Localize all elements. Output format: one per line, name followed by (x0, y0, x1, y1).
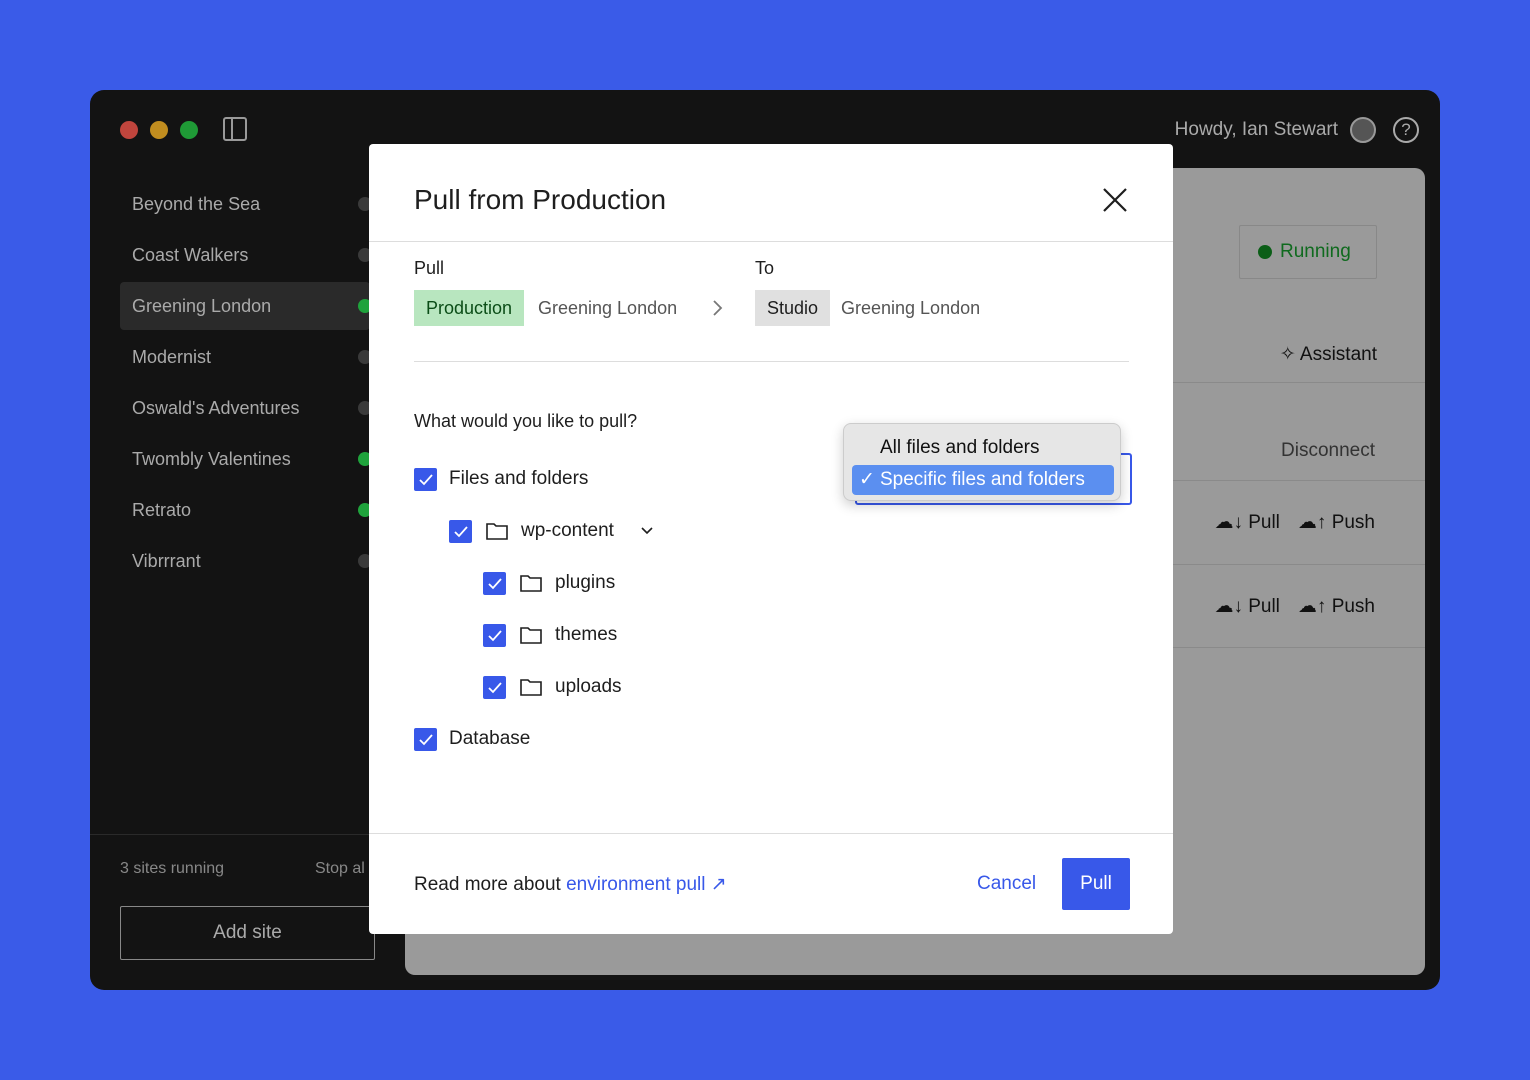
folder-icon (520, 679, 542, 696)
cloud-download-icon: ☁↓ (1214, 512, 1243, 533)
to-site: Greening London (841, 298, 981, 318)
site-name: Beyond the Sea (132, 194, 261, 214)
sync-row: ☁↓ Pull ☁↑ Push (1214, 595, 1375, 618)
option-database: Database (449, 728, 531, 749)
chevron-down-icon[interactable] (641, 527, 653, 535)
add-site-button[interactable]: Add site (120, 906, 375, 960)
pull-button[interactable]: Pull (1062, 858, 1130, 910)
assistant-tab[interactable]: ✧ Assistant (1280, 343, 1377, 366)
folder-icon (520, 575, 542, 592)
sidebar-item-site[interactable]: Oswald's Adventures (120, 384, 372, 432)
site-name: Twombly Valentines (132, 449, 291, 469)
sidebar-item-site[interactable]: Coast Walkers (120, 231, 372, 279)
question: What would you like to pull? (414, 411, 638, 431)
from-label: Pull (414, 258, 445, 278)
site-name: Oswald's Adventures (132, 398, 300, 418)
sidebar-toggle-icon[interactable] (223, 117, 247, 141)
sidebar-item-site[interactable]: Retrato (120, 486, 372, 534)
environment-pull-link[interactable]: environment pull ↗ (566, 874, 727, 895)
running-count: 3 sites running (120, 860, 225, 877)
check-icon (488, 630, 502, 642)
production-chip: Production (414, 290, 525, 326)
site-name: Greening London (132, 296, 272, 316)
stop-all-button[interactable]: Stop al (315, 860, 365, 878)
greeting: Howdy, Ian Stewart (1174, 119, 1338, 140)
sidebar-item-site[interactable]: Twombly Valentines (120, 435, 372, 483)
check-icon (454, 526, 468, 538)
option-files: Files and folders (449, 468, 589, 489)
divider (90, 834, 390, 835)
divider (369, 833, 1173, 834)
sparkle-icon: ✧ (1279, 344, 1296, 365)
site-name: Modernist (132, 347, 212, 367)
pull-button[interactable]: ☁↓ Pull (1214, 595, 1279, 618)
status-badge[interactable]: Running (1239, 225, 1377, 279)
checkbox-plugins[interactable] (483, 572, 506, 595)
close-icon[interactable] (1101, 186, 1129, 214)
divider (414, 361, 1129, 362)
checkbox-wp_content[interactable] (449, 520, 472, 543)
from-site: Greening London (538, 298, 678, 318)
check-icon (419, 734, 433, 746)
studio-chip: Studio (755, 290, 831, 326)
pull-button[interactable]: ☁↓ Pull (1214, 511, 1279, 534)
checkbox-files[interactable] (414, 468, 437, 491)
checkbox-database[interactable] (414, 728, 437, 751)
sidebar-item-site[interactable]: Greening London (120, 282, 372, 330)
sidebar-item-site[interactable]: Beyond the Sea (120, 180, 372, 228)
site-name: Retrato (132, 500, 192, 520)
help-icon[interactable]: ? (1393, 117, 1419, 143)
files-scope-menu: All files and folders Specific files and… (843, 423, 1121, 501)
read-more: Read more about environment pull ↗ (414, 874, 727, 895)
check-icon (488, 682, 502, 694)
sync-row: ☁↓ Pull ☁↑ Push (1214, 511, 1375, 534)
cloud-upload-icon: ☁↑ (1297, 596, 1327, 617)
close-window-button[interactable] (120, 121, 138, 139)
divider (369, 241, 1173, 242)
sidebar-item-site[interactable]: Vibrrrant (120, 537, 372, 585)
folder-icon (486, 523, 508, 540)
option-plugins: plugins (555, 572, 616, 593)
check-icon (488, 578, 502, 590)
push-button[interactable]: ☁↑ Push (1298, 595, 1375, 618)
cancel-button[interactable]: Cancel (977, 873, 1036, 895)
chevron-right-icon (713, 300, 723, 316)
push-button[interactable]: ☁↑ Push (1298, 511, 1375, 534)
site-name: Coast Walkers (132, 245, 249, 265)
checkbox-themes[interactable] (483, 624, 506, 647)
menu-item-all-files[interactable]: All files and folders (852, 433, 1114, 463)
cloud-download-icon: ☁↓ (1214, 596, 1243, 617)
option-wp_content: wp-content (521, 520, 614, 541)
pull-dialog: Pull from Production Pull To Production … (369, 144, 1173, 934)
check-icon (419, 474, 433, 486)
maximize-window-button[interactable] (180, 121, 198, 139)
option-themes: themes (555, 624, 618, 645)
option-uploads: uploads (555, 676, 622, 697)
disconnect-button[interactable]: Disconnect (1281, 440, 1375, 462)
avatar[interactable] (1350, 117, 1376, 143)
to-label: To (755, 258, 775, 278)
sidebar-item-site[interactable]: Modernist (120, 333, 372, 381)
cloud-upload-icon: ☁↑ (1297, 512, 1327, 533)
dialog-title: Pull from Production (414, 184, 667, 215)
site-name: Vibrrrant (132, 551, 201, 571)
menu-item-specific-files[interactable]: Specific files and folders (852, 465, 1114, 495)
minimize-window-button[interactable] (150, 121, 168, 139)
folder-icon (520, 627, 542, 644)
checkbox-uploads[interactable] (483, 676, 506, 699)
